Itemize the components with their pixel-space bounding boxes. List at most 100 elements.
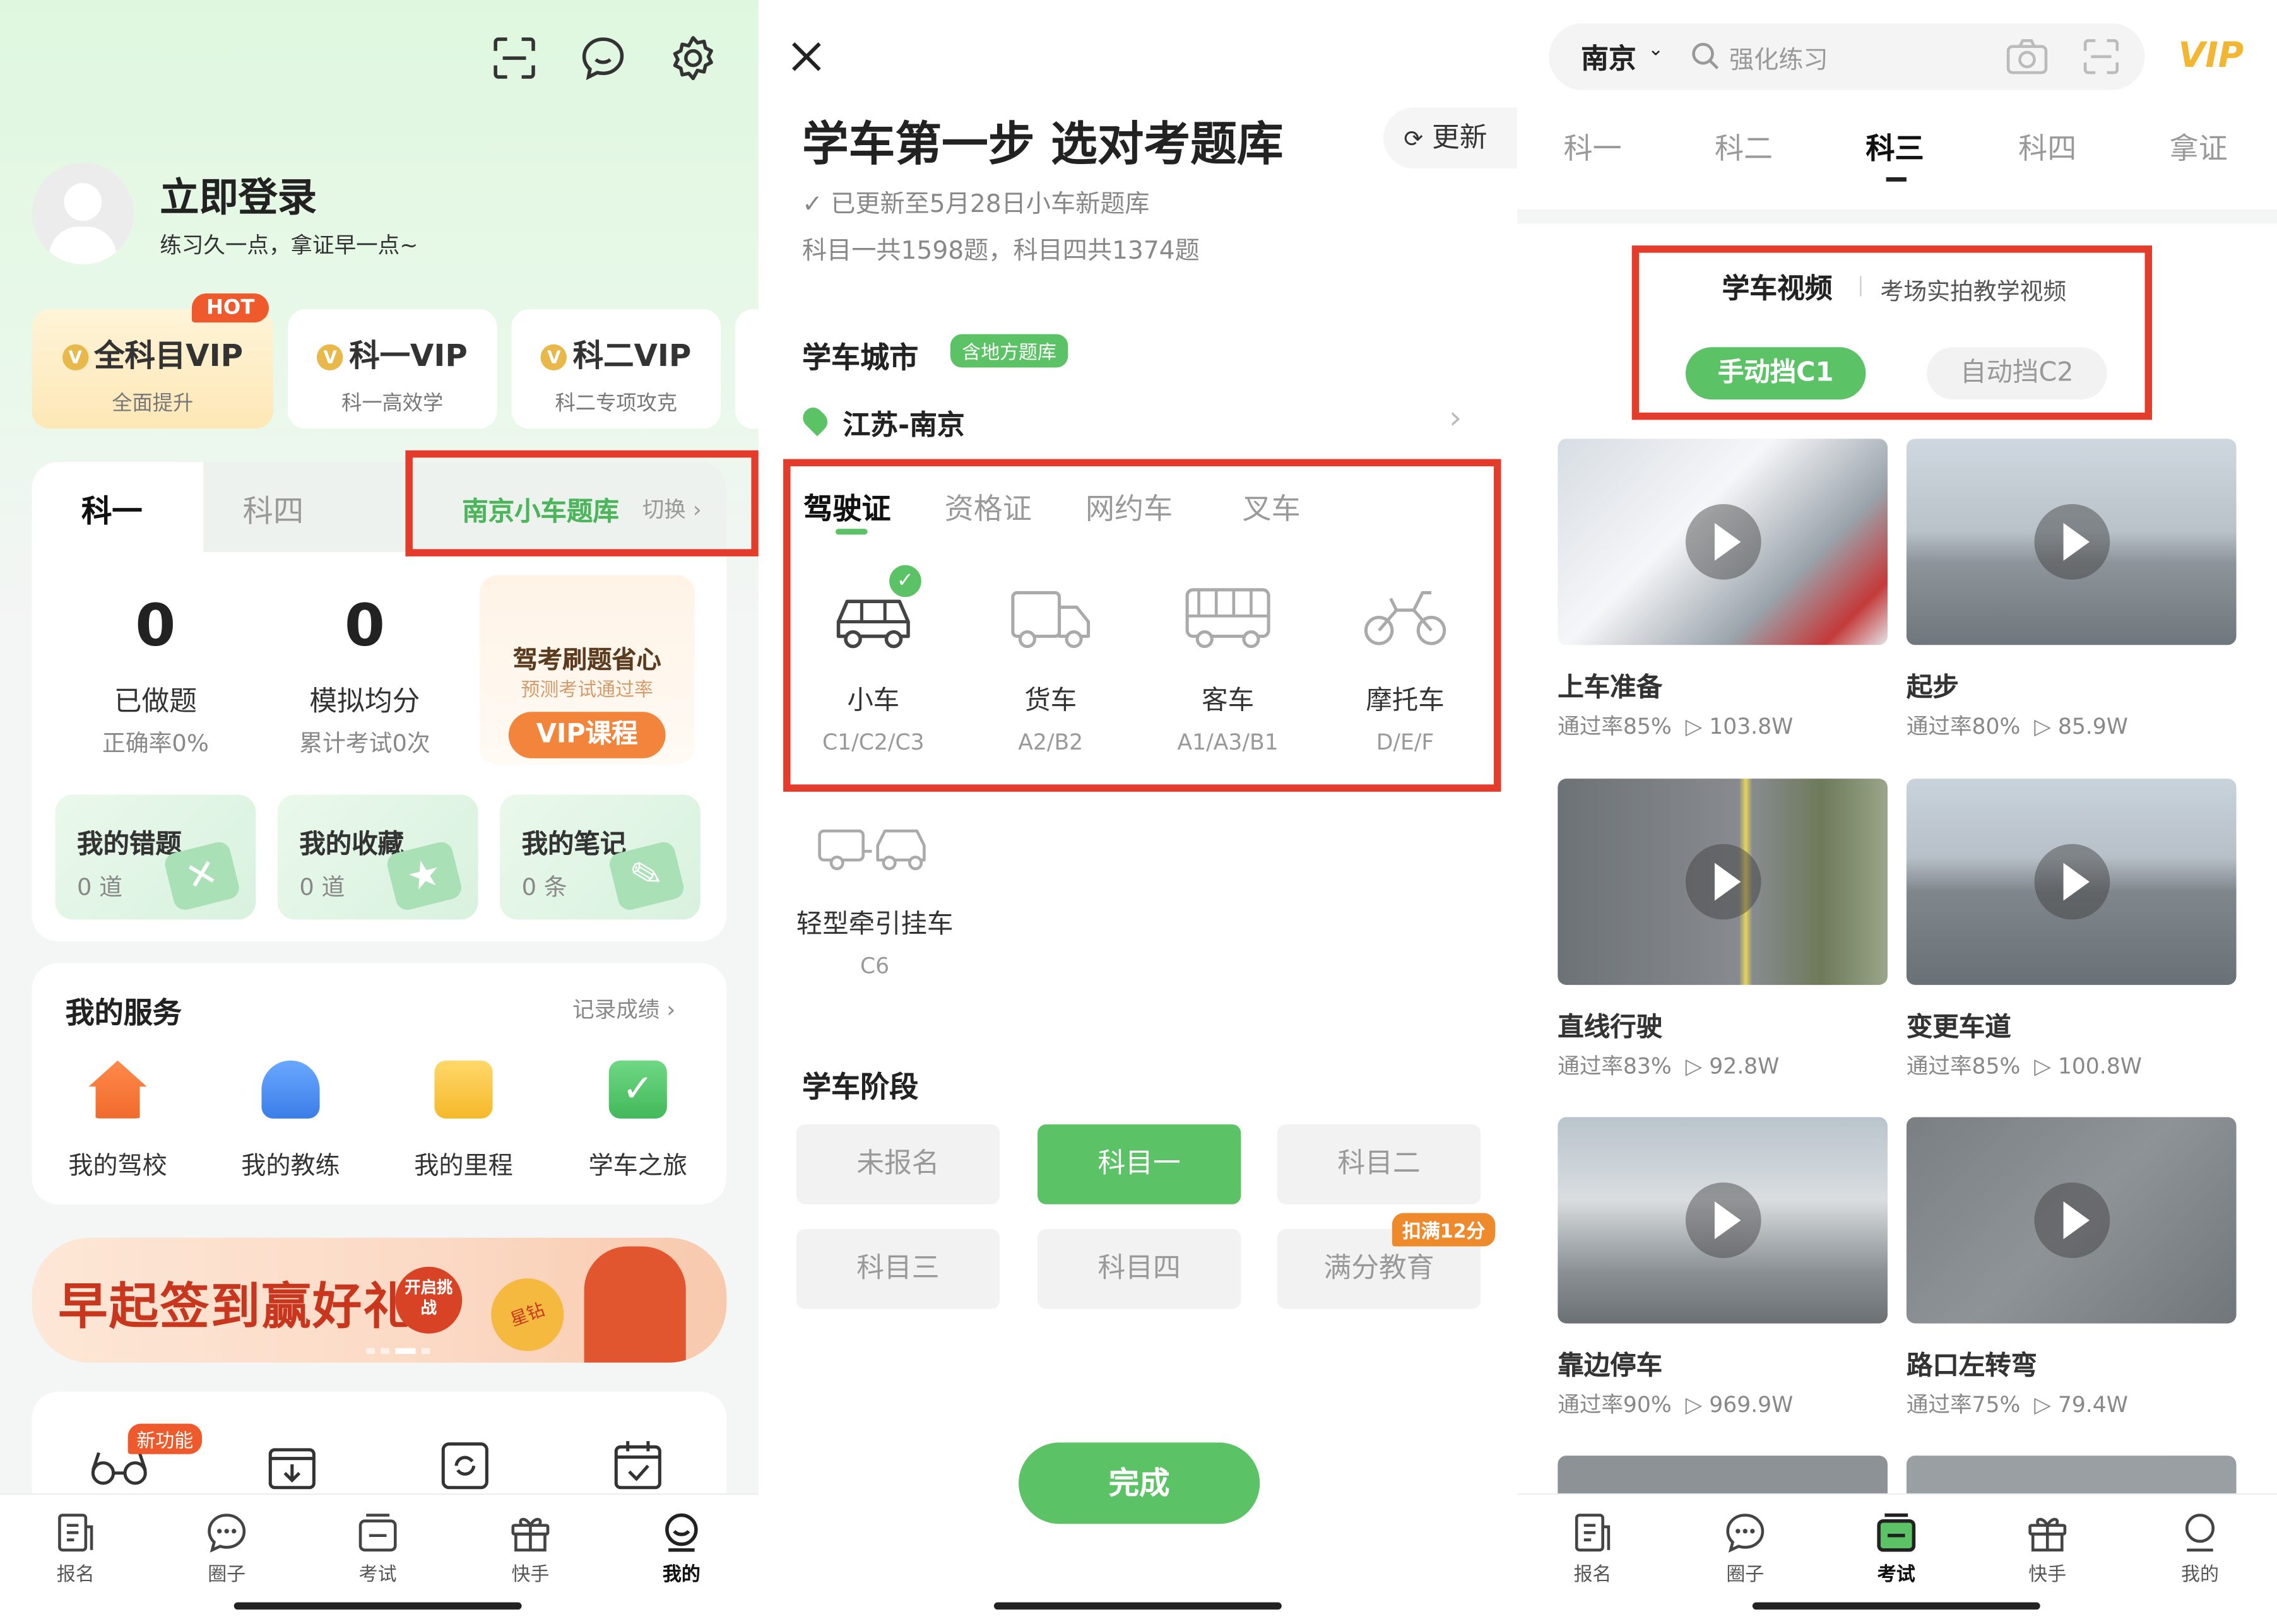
- video-thumb[interactable]: [1906, 779, 2237, 986]
- nav-signup[interactable]: 报名: [25, 1512, 126, 1586]
- search-bar[interactable]: 南京 ⌄ 强化练习: [1549, 23, 2145, 90]
- vehicle-code: C6: [860, 953, 890, 979]
- challenge-badge[interactable]: 开启挑战: [395, 1266, 463, 1334]
- stage-subject2[interactable]: 科目二: [1277, 1124, 1481, 1204]
- stat-done-label[interactable]: 已做题: [68, 680, 242, 719]
- pass-rate: 通过率80%: [1906, 713, 2021, 739]
- stat-mock-label[interactable]: 模拟均分: [270, 680, 459, 719]
- video-thumb[interactable]: [1906, 1117, 2237, 1324]
- tab-subject4[interactable]: 科四: [2018, 125, 2076, 167]
- update-label: 更新: [1432, 122, 1487, 155]
- pass-rate: 通过率85%: [1558, 713, 1672, 739]
- video-thumb[interactable]: [1558, 438, 1888, 645]
- close-icon[interactable]: [791, 40, 823, 73]
- play-circle-icon: ▷: [1685, 713, 1703, 739]
- nav-kuaishou[interactable]: 快手: [1997, 1512, 2098, 1586]
- nav-exam[interactable]: 考试: [327, 1512, 429, 1586]
- stage-subject1[interactable]: 科目一: [1037, 1124, 1241, 1204]
- vip-card-all[interactable]: V 全科目VIP 全面提升: [32, 309, 273, 429]
- gift-icon: [511, 1517, 550, 1552]
- new-feature-badge: 新功能: [127, 1423, 203, 1454]
- video-title[interactable]: 起步: [1907, 667, 1959, 705]
- service-mileage[interactable]: 我的里程: [398, 1060, 529, 1181]
- settings-icon[interactable]: [668, 33, 718, 83]
- scan-icon[interactable]: [2082, 38, 2120, 76]
- stage-subject4[interactable]: 科目四: [1037, 1228, 1241, 1309]
- stat-exam-count: 累计考试0次: [299, 729, 430, 757]
- checkin-banner[interactable]: 早起签到赢好礼 开启挑战 星钻: [32, 1237, 727, 1363]
- service-journey[interactable]: ✓ 学车之旅: [572, 1060, 703, 1181]
- calendar-check-icon[interactable]: [613, 1438, 663, 1490]
- done-button[interactable]: 完成: [1019, 1442, 1260, 1524]
- download-icon[interactable]: [268, 1441, 317, 1490]
- stage-subject3[interactable]: 科目三: [796, 1228, 1000, 1309]
- play-icon: [1684, 1182, 1761, 1258]
- vip-badge[interactable]: VIP: [2178, 35, 2244, 75]
- service-coach[interactable]: 我的教练: [225, 1060, 356, 1181]
- video-meta: 通过率75% ▷ 79.4W: [1907, 1389, 2128, 1419]
- nav-circle[interactable]: 圈子: [1694, 1512, 1796, 1586]
- coach-icon: [261, 1060, 320, 1119]
- update-button[interactable]: ⟳ 更新: [1383, 107, 1517, 169]
- profile-icon: [2185, 1514, 2215, 1552]
- tab-subject1[interactable]: 科一: [1563, 125, 1621, 167]
- city-select[interactable]: 南京: [1581, 38, 1636, 77]
- view-count: 85.9W: [2057, 713, 2128, 739]
- nav-signup[interactable]: 报名: [1542, 1512, 1643, 1586]
- favorites-card[interactable]: 我的收藏 0 道 ★: [277, 794, 478, 920]
- vehicle-trailer[interactable]: 轻型牵引挂车 C6: [784, 822, 965, 979]
- signup-icon: [58, 1514, 93, 1552]
- record-score-link[interactable]: 记录成绩 ›: [572, 994, 675, 1024]
- video-meta: 通过率80% ▷ 85.9W: [1907, 710, 2128, 741]
- video-title[interactable]: 靠边停车: [1558, 1345, 1662, 1383]
- vip-card-more[interactable]: [735, 309, 759, 429]
- stage-not-registered[interactable]: 未报名: [796, 1124, 1000, 1204]
- vip-coin-icon: V: [317, 344, 344, 371]
- tab-subject1[interactable]: 科一: [81, 488, 143, 532]
- video-thumb[interactable]: [1558, 779, 1888, 986]
- video-thumb[interactable]: [1906, 438, 2237, 645]
- vip-card-sub: 科二专项攻克: [555, 392, 677, 416]
- chat-icon[interactable]: [580, 35, 627, 81]
- video-title[interactable]: 路口左转弯: [1907, 1345, 2037, 1383]
- video-thumb[interactable]: [1558, 1117, 1888, 1324]
- service-driving-school[interactable]: 我的驾校: [52, 1060, 183, 1181]
- bottom-nav: 报名 圈子 考试 快手 我的: [0, 1493, 759, 1624]
- hot-badge: HOT: [191, 293, 269, 323]
- camera-icon[interactable]: [2005, 38, 2049, 76]
- vip-card-k1[interactable]: V 科一VIP 科一高效学: [287, 309, 497, 429]
- video-title[interactable]: 变更车道: [1907, 1007, 2011, 1045]
- video-title[interactable]: 上车准备: [1558, 667, 1662, 705]
- avatar[interactable]: [32, 162, 134, 265]
- vip-card-k2[interactable]: V 科二VIP 科二专项攻克: [511, 309, 721, 429]
- notes-card[interactable]: 我的笔记 0 条 ✎: [500, 794, 701, 920]
- refresh-icon[interactable]: [441, 1441, 490, 1490]
- tab-subject3[interactable]: 科三: [1866, 125, 1924, 167]
- update-icon: ⟳: [1404, 125, 1424, 153]
- nav-mine[interactable]: 我的: [2149, 1512, 2250, 1586]
- video-title[interactable]: 直线行驶: [1558, 1007, 1662, 1045]
- nav-circle[interactable]: 圈子: [176, 1512, 278, 1586]
- vip-course-button[interactable]: VIP课程: [508, 712, 666, 758]
- play-icon: [2033, 503, 2110, 580]
- search-input[interactable]: 强化练习: [1729, 39, 1828, 76]
- tab-subject2[interactable]: 科二: [1715, 125, 1773, 167]
- login-title[interactable]: 立即登录: [160, 165, 317, 222]
- tab-subject4[interactable]: 科四: [243, 488, 304, 532]
- nav-mine[interactable]: 我的: [630, 1512, 732, 1586]
- play-circle-icon: ▷: [2034, 1391, 2051, 1418]
- vip-coin-icon: V: [62, 344, 88, 371]
- vip-promo-card[interactable]: 驾考刷题省心 预测考试通过率 VIP课程: [479, 575, 695, 765]
- nav-exam[interactable]: 考试: [1845, 1512, 1947, 1586]
- tab-license[interactable]: 拿证: [2170, 125, 2228, 167]
- wrong-questions-card[interactable]: 我的错题 0 道 ✕: [55, 794, 256, 920]
- nav-kuaishou[interactable]: 快手: [480, 1512, 581, 1586]
- stat-avg-score: 0: [344, 592, 385, 660]
- update-status: ✓ 已更新至5月28日小车新题库: [802, 183, 1150, 220]
- scan-icon[interactable]: [491, 35, 538, 81]
- banner-dots: [366, 1348, 439, 1354]
- chevron-down-icon: ⌄: [1648, 39, 1664, 61]
- home-indicator: [993, 1602, 1282, 1610]
- pass-rate: 通过率75%: [1906, 1391, 2021, 1418]
- city-selector[interactable]: 江苏-南京 ›: [798, 401, 1474, 447]
